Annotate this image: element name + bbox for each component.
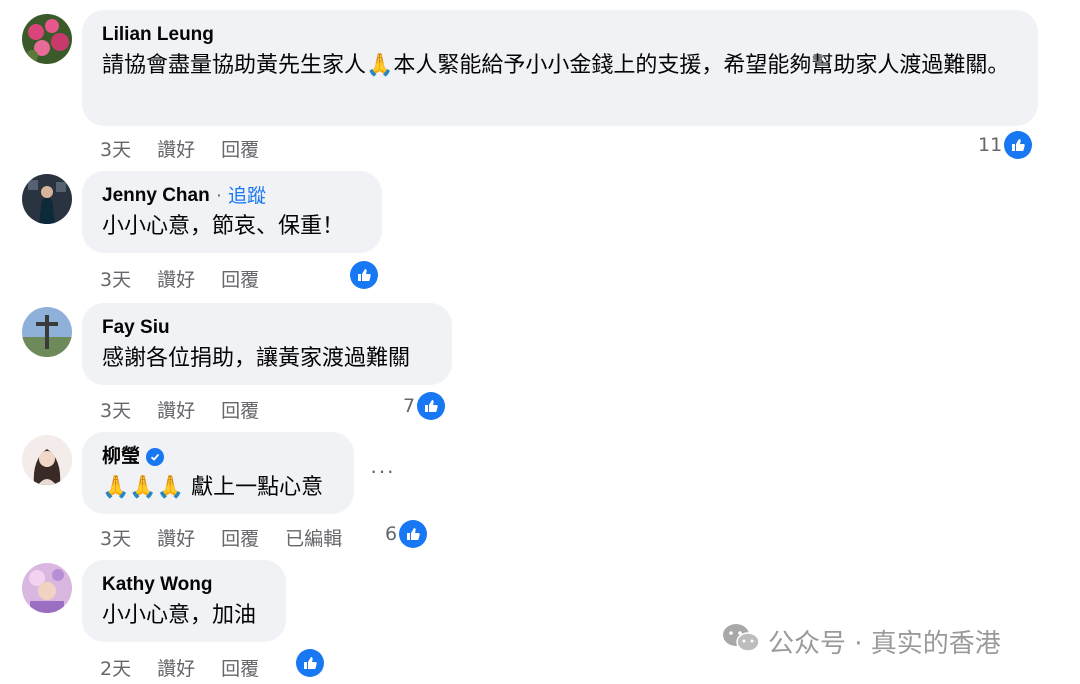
avatar[interactable] bbox=[22, 435, 72, 485]
comment-bubble: Jenny Chan · 追蹤 小小心意，節哀、保重！ bbox=[82, 171, 382, 253]
commenter-name[interactable]: Fay Siu bbox=[102, 315, 432, 341]
commenter-name: 柳瑩 bbox=[102, 444, 334, 470]
reaction-count[interactable]: 11 bbox=[978, 131, 1033, 159]
commenter-name[interactable]: Lilian Leung bbox=[102, 22, 1018, 48]
comment-bubble: 柳瑩 🙏🙏🙏 獻上一點心意 bbox=[82, 432, 354, 514]
comment-actions: 3天 讚好 回覆 bbox=[100, 396, 259, 423]
like-icon bbox=[296, 649, 324, 677]
like-button[interactable]: 讚好 bbox=[157, 135, 195, 162]
commenter-name[interactable]: Kathy Wong bbox=[102, 572, 266, 598]
comment-text: 感謝各位捐助，讓黃家渡過難關 bbox=[102, 346, 411, 371]
separator: · bbox=[215, 185, 223, 206]
avatar[interactable] bbox=[22, 14, 72, 64]
reply-button[interactable]: 回覆 bbox=[221, 524, 259, 551]
more-icon[interactable]: ··· bbox=[370, 458, 395, 484]
like-icon bbox=[1004, 131, 1033, 159]
commenter-name-text[interactable]: Jenny Chan bbox=[102, 183, 210, 209]
reaction-number: 7 bbox=[403, 395, 416, 417]
timestamp[interactable]: 3天 bbox=[100, 396, 131, 423]
reaction-count[interactable] bbox=[350, 261, 378, 289]
reply-button[interactable]: 回覆 bbox=[221, 396, 259, 423]
reply-button[interactable]: 回覆 bbox=[221, 654, 259, 681]
like-button[interactable]: 讚好 bbox=[157, 654, 195, 681]
edited-label: 已編輯 bbox=[285, 528, 343, 550]
like-button[interactable]: 讚好 bbox=[157, 524, 195, 551]
comment-bubble: Fay Siu 感謝各位捐助，讓黃家渡過難關 bbox=[82, 303, 452, 385]
like-button[interactable]: 讚好 bbox=[157, 396, 195, 423]
like-icon bbox=[350, 261, 378, 289]
like-button[interactable]: 讚好 bbox=[157, 265, 195, 292]
comment-text: 小小心意，加油 bbox=[102, 603, 257, 628]
verified-icon bbox=[146, 448, 165, 466]
timestamp[interactable]: 2天 bbox=[100, 654, 131, 681]
comment-text: 請協會盡量協助黃先生家人🙏本人緊能給予小小金錢上的支援，希望能夠幫助家人渡過難關… bbox=[102, 53, 1010, 78]
avatar[interactable] bbox=[22, 563, 72, 613]
timestamp[interactable]: 3天 bbox=[100, 524, 131, 551]
reaction-number: 11 bbox=[978, 134, 1003, 156]
reply-button[interactable]: 回覆 bbox=[221, 135, 259, 162]
comment-text: 小小心意，節哀、保重！ bbox=[102, 214, 345, 239]
reaction-count[interactable]: 6 bbox=[385, 520, 428, 548]
comment-bubble: Lilian Leung 請協會盡量協助黃先生家人🙏本人緊能給予小小金錢上的支援… bbox=[82, 10, 1038, 126]
comment-text: 🙏🙏🙏 獻上一點心意 bbox=[102, 475, 324, 500]
watermark: 公众号 · 真实的香港 bbox=[722, 622, 1001, 661]
timestamp[interactable]: 3天 bbox=[100, 265, 131, 292]
like-icon bbox=[399, 520, 428, 548]
comment-actions: 2天 讚好 回覆 bbox=[100, 654, 259, 681]
comment-bubble: Kathy Wong 小小心意，加油 bbox=[82, 560, 286, 642]
like-icon bbox=[417, 392, 446, 420]
reaction-count[interactable]: 7 bbox=[403, 392, 446, 420]
avatar[interactable] bbox=[22, 307, 72, 357]
comment-actions: 3天 讚好 回覆 bbox=[100, 135, 259, 162]
comment-actions: 3天 讚好 回覆 bbox=[100, 265, 259, 292]
commenter-name-text[interactable]: 柳瑩 bbox=[102, 444, 140, 470]
watermark-text: 公众号 · 真实的香港 bbox=[768, 629, 1001, 659]
commenter-name: Jenny Chan · 追蹤 bbox=[102, 183, 362, 209]
reply-button[interactable]: 回覆 bbox=[221, 265, 259, 292]
reaction-number: 6 bbox=[385, 523, 398, 545]
timestamp[interactable]: 3天 bbox=[100, 135, 131, 162]
comment-actions: 3天 讚好 回覆 已編輯 bbox=[100, 524, 342, 551]
follow-button[interactable]: 追蹤 bbox=[228, 183, 266, 209]
reaction-count[interactable] bbox=[296, 649, 324, 677]
avatar[interactable] bbox=[22, 174, 72, 224]
wechat-icon bbox=[722, 622, 760, 661]
